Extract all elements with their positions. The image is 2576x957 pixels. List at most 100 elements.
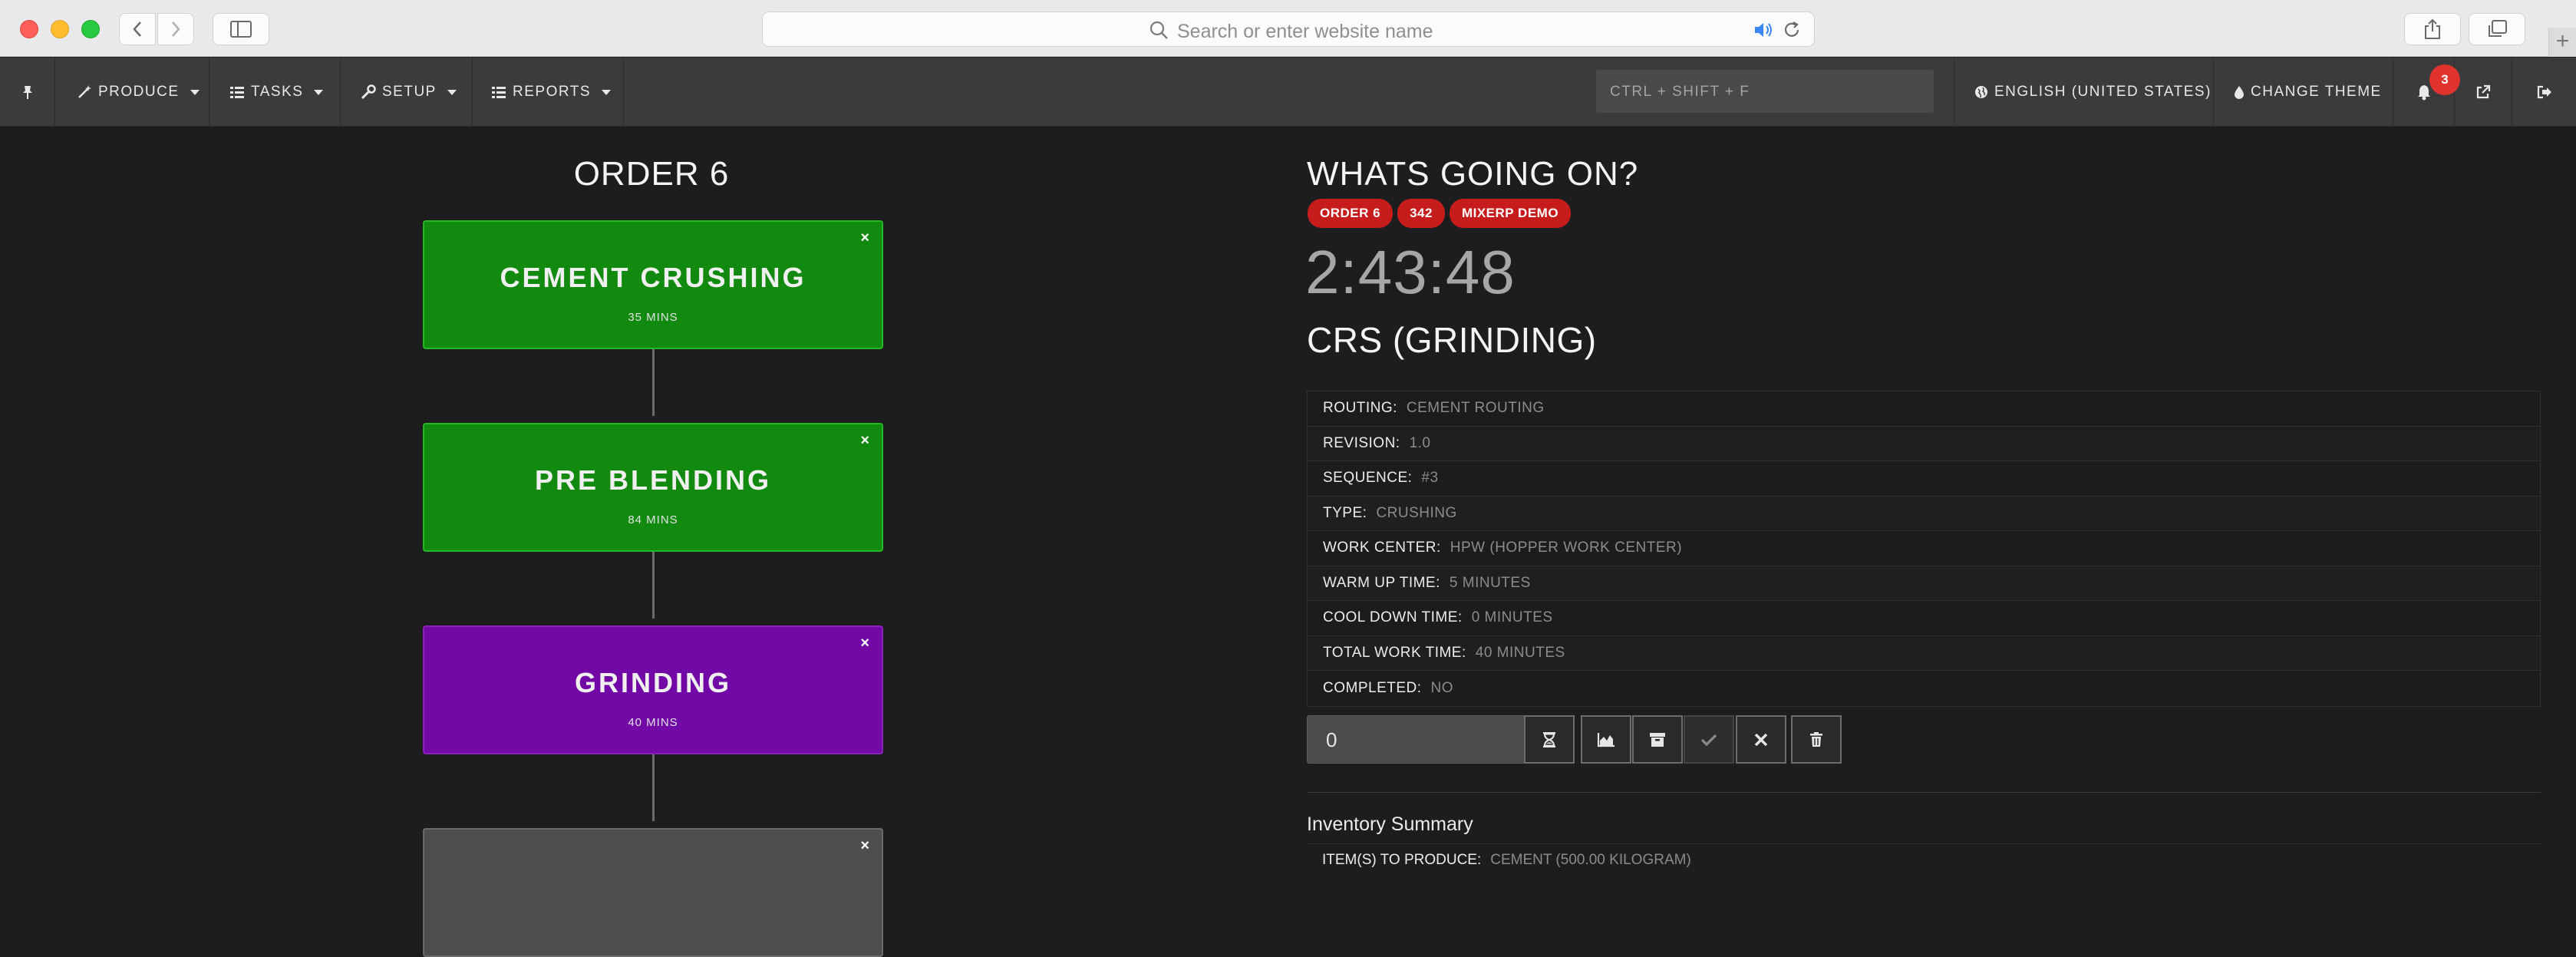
detail-row: WARM UP TIME: 5 MINUTES (1308, 566, 2540, 601)
external-link-icon (2476, 84, 2491, 99)
zoom-window-button[interactable] (81, 20, 100, 38)
menu-setup[interactable]: SETUP (341, 58, 473, 127)
remove-card-button[interactable]: × (860, 432, 869, 450)
chevron-left-icon (133, 21, 141, 37)
language-label: ENGLISH (UNITED STATES) (1994, 84, 2212, 100)
detail-row: ROUTING: CEMENT ROUTING (1308, 391, 2540, 427)
tasks-icon (230, 87, 244, 98)
language-selector[interactable]: ENGLISH (UNITED STATES) (1954, 58, 2214, 127)
address-placeholder: Search or enter website name (1177, 21, 1433, 42)
detail-key: WARM UP TIME: (1323, 574, 1440, 591)
address-bar[interactable]: Search or enter website name (762, 12, 1815, 47)
close-icon (1754, 733, 1768, 746)
detail-key: COMPLETED: (1323, 679, 1422, 696)
inventory-summary-title: Inventory Summary (1307, 813, 1473, 835)
new-tab-button[interactable]: + (2548, 28, 2576, 57)
cancel-button[interactable] (1736, 715, 1786, 764)
detail-key: TYPE: (1323, 504, 1367, 521)
menu-produce-label: PRODUCE (98, 84, 180, 100)
operation-card-title: PRE BLENDING (534, 464, 772, 496)
close-window-button[interactable] (20, 20, 38, 38)
magic-wand-icon (78, 85, 91, 98)
menu-reports[interactable]: REPORTS (473, 58, 624, 127)
external-link-button[interactable] (2455, 58, 2512, 127)
complete-button[interactable] (1684, 715, 1734, 764)
order-tag: ORDER 6 (1308, 199, 1394, 228)
app-navbar: PRODUCE TASKS SETUP REPORTS CTRL + SHIFT… (0, 58, 2576, 127)
detail-row: WORK CENTER: HPW (HOPPER WORK CENTER) (1308, 531, 2540, 566)
pin-button[interactable] (0, 58, 55, 127)
detail-value: 1.0 (1409, 434, 1431, 451)
check-icon (1700, 734, 1717, 746)
detail-value: CEMENT ROUTING (1406, 400, 1545, 417)
search-icon (1149, 21, 1168, 39)
detail-row: REVISION: 1.0 (1308, 426, 2540, 461)
menu-setup-label: SETUP (382, 84, 437, 100)
detail-value: HPW (HOPPER WORK CENTER) (1450, 540, 1683, 556)
chevron-down-icon (602, 89, 612, 95)
chevron-down-icon (447, 89, 457, 95)
remove-card-button[interactable]: × (860, 229, 869, 247)
menu-produce[interactable]: PRODUCE (55, 58, 209, 127)
operation-card-duration: 40 MINS (628, 716, 678, 729)
operation-card-active[interactable]: × GRINDING 40 MINS (423, 625, 883, 754)
inventory-value: CEMENT (500.00 KILOGRAM) (1490, 852, 1691, 868)
menu-tasks[interactable]: TASKS (209, 58, 341, 127)
share-button[interactable] (2404, 13, 2461, 45)
detail-key: WORK CENTER: (1323, 540, 1441, 556)
quantity-input[interactable]: 0 (1307, 715, 1525, 764)
operation-card-duration: 35 MINS (628, 311, 678, 324)
wrench-icon (361, 84, 376, 100)
global-search-input[interactable]: CTRL + SHIFT + F (1596, 70, 1934, 113)
detail-value: CRUSHING (1376, 504, 1457, 521)
sidebar-toggle-button[interactable] (213, 13, 269, 45)
share-icon (2425, 18, 2440, 39)
id-tag: 342 (1397, 199, 1445, 228)
detail-row: TOTAL WORK TIME: 40 MINUTES (1308, 635, 2540, 671)
main-content: ORDER 6 × CEMENT CRUSHING 35 MINS × PRE … (0, 127, 2576, 957)
remove-card-button[interactable]: × (860, 837, 869, 855)
browser-toolbar: Search or enter website name + (0, 0, 2576, 57)
detail-key: ROUTING: (1323, 400, 1397, 417)
reload-icon[interactable] (1782, 20, 1802, 40)
chevron-right-icon (172, 21, 180, 37)
back-button[interactable] (119, 13, 156, 45)
flow-connector (652, 754, 655, 821)
operation-card-title: GRINDING (575, 667, 731, 698)
minimize-window-button[interactable] (51, 20, 69, 38)
notification-count-badge: 3 (2429, 64, 2460, 95)
forward-button[interactable] (157, 13, 194, 45)
production-chart-button[interactable] (1581, 715, 1631, 764)
archive-button[interactable] (1632, 715, 1683, 764)
flow-connector (652, 348, 655, 416)
elapsed-timer: 2:43:48 (1305, 238, 1516, 306)
start-timer-button[interactable] (1524, 715, 1575, 764)
pin-icon (22, 86, 32, 99)
office-tag: MIXERP DEMO (1449, 199, 1572, 228)
detail-value: 40 MINUTES (1475, 644, 1565, 661)
operation-card-duration: 84 MINS (628, 513, 678, 526)
hourglass-icon (1543, 731, 1555, 747)
change-theme-button[interactable]: CHANGE THEME (2214, 58, 2393, 127)
detail-row: SEQUENCE: #3 (1308, 461, 2540, 497)
sign-out-icon (2537, 85, 2551, 99)
chevron-down-icon (190, 89, 200, 95)
change-theme-label: CHANGE THEME (2251, 84, 2382, 100)
detail-value: 5 MINUTES (1449, 574, 1531, 591)
sign-out-button[interactable] (2512, 58, 2576, 127)
speaker-icon[interactable] (1753, 20, 1776, 40)
detail-key: COOL DOWN TIME: (1323, 609, 1463, 626)
order-title: ORDER 6 (573, 155, 730, 193)
globe-icon (1975, 86, 1987, 98)
tabs-icon (2489, 20, 2507, 37)
flow-connector (652, 551, 655, 619)
inventory-key: ITEM(S) TO PRODUCE: (1322, 852, 1482, 868)
delete-button[interactable] (1791, 715, 1842, 764)
operation-card[interactable]: × (423, 828, 883, 957)
detail-key: REVISION: (1323, 434, 1400, 451)
remove-card-button[interactable]: × (860, 635, 869, 652)
operation-card[interactable]: × PRE BLENDING 84 MINS (423, 423, 883, 552)
tabs-overview-button[interactable] (2469, 13, 2525, 45)
detail-row: COOL DOWN TIME: 0 MINUTES (1308, 601, 2540, 636)
operation-card[interactable]: × CEMENT CRUSHING 35 MINS (423, 220, 883, 349)
